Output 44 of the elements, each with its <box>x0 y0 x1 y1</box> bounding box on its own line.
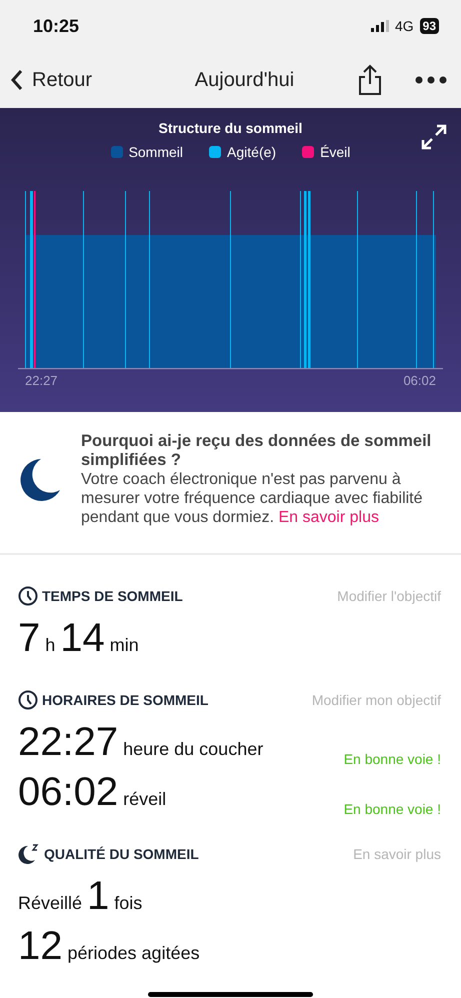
clock-time: 10:25 <box>33 16 80 36</box>
stat-label: heure du coucher <box>123 739 264 760</box>
moon-z-icon <box>18 844 40 864</box>
status-text: En bonne voie ! <box>344 801 441 817</box>
section-action-link[interactable]: Modifier l'objectif <box>337 588 441 604</box>
chevron-left-icon <box>10 69 24 91</box>
section-action-link[interactable]: En savoir plus <box>353 846 441 862</box>
learn-more-link[interactable]: En savoir plus <box>278 509 379 526</box>
stat-label: périodes agitées <box>68 943 200 964</box>
section-title: TEMPS DE SOMMEIL <box>42 588 183 604</box>
more-icon[interactable] <box>415 76 447 84</box>
legend-label: Agité(e) <box>227 144 276 160</box>
section-title: QUALITÉ DU SOMMEIL <box>44 846 199 862</box>
stat-value: 22:27 <box>18 719 118 766</box>
expand-icon[interactable] <box>421 124 447 150</box>
section-action-link[interactable]: Modifier mon objectif <box>312 692 441 708</box>
stat-value: 14 <box>60 615 105 662</box>
end-time: 06:02 <box>403 373 436 388</box>
chart-title: Structure du sommeil <box>158 119 304 136</box>
stat-value: 06:02 <box>18 769 118 816</box>
stat-value: 1 <box>87 873 110 920</box>
battery-level: 93 <box>420 18 439 34</box>
network-label: 4G <box>394 18 414 34</box>
legend-label: Éveil <box>320 144 350 160</box>
notice-title: Pourquoi ai-je reçu des données de sommeil simplifiées ? <box>81 432 432 470</box>
legend-label: Sommeil <box>128 144 184 160</box>
notice-text: Votre coach électronique n'est pas parvenu à mesurer votre fréquence cardiaque avec fiabilité pendant que vous dormiez. En savoir plus <box>81 470 424 527</box>
clock-icon <box>18 690 38 710</box>
stat-label: h <box>45 635 56 656</box>
stat-label: min <box>110 635 139 656</box>
stat-label: Réveillé <box>18 893 82 914</box>
status-text: En bonne voie ! <box>344 751 441 767</box>
stat-value: 12 <box>18 923 62 970</box>
signal-icon <box>370 20 389 32</box>
page-title: Aujourd'hui <box>194 68 296 92</box>
start-time: 22:27 <box>25 373 58 388</box>
back-button[interactable]: Retour <box>10 68 92 92</box>
stat-label: fois <box>114 893 142 914</box>
moon-icon <box>19 458 61 502</box>
clock-icon <box>18 586 38 606</box>
stat-label: réveil <box>123 789 166 810</box>
stat-value: 7 <box>18 615 40 662</box>
share-icon[interactable] <box>357 64 383 96</box>
section-title: HORAIRES DE SOMMEIL <box>42 692 208 708</box>
